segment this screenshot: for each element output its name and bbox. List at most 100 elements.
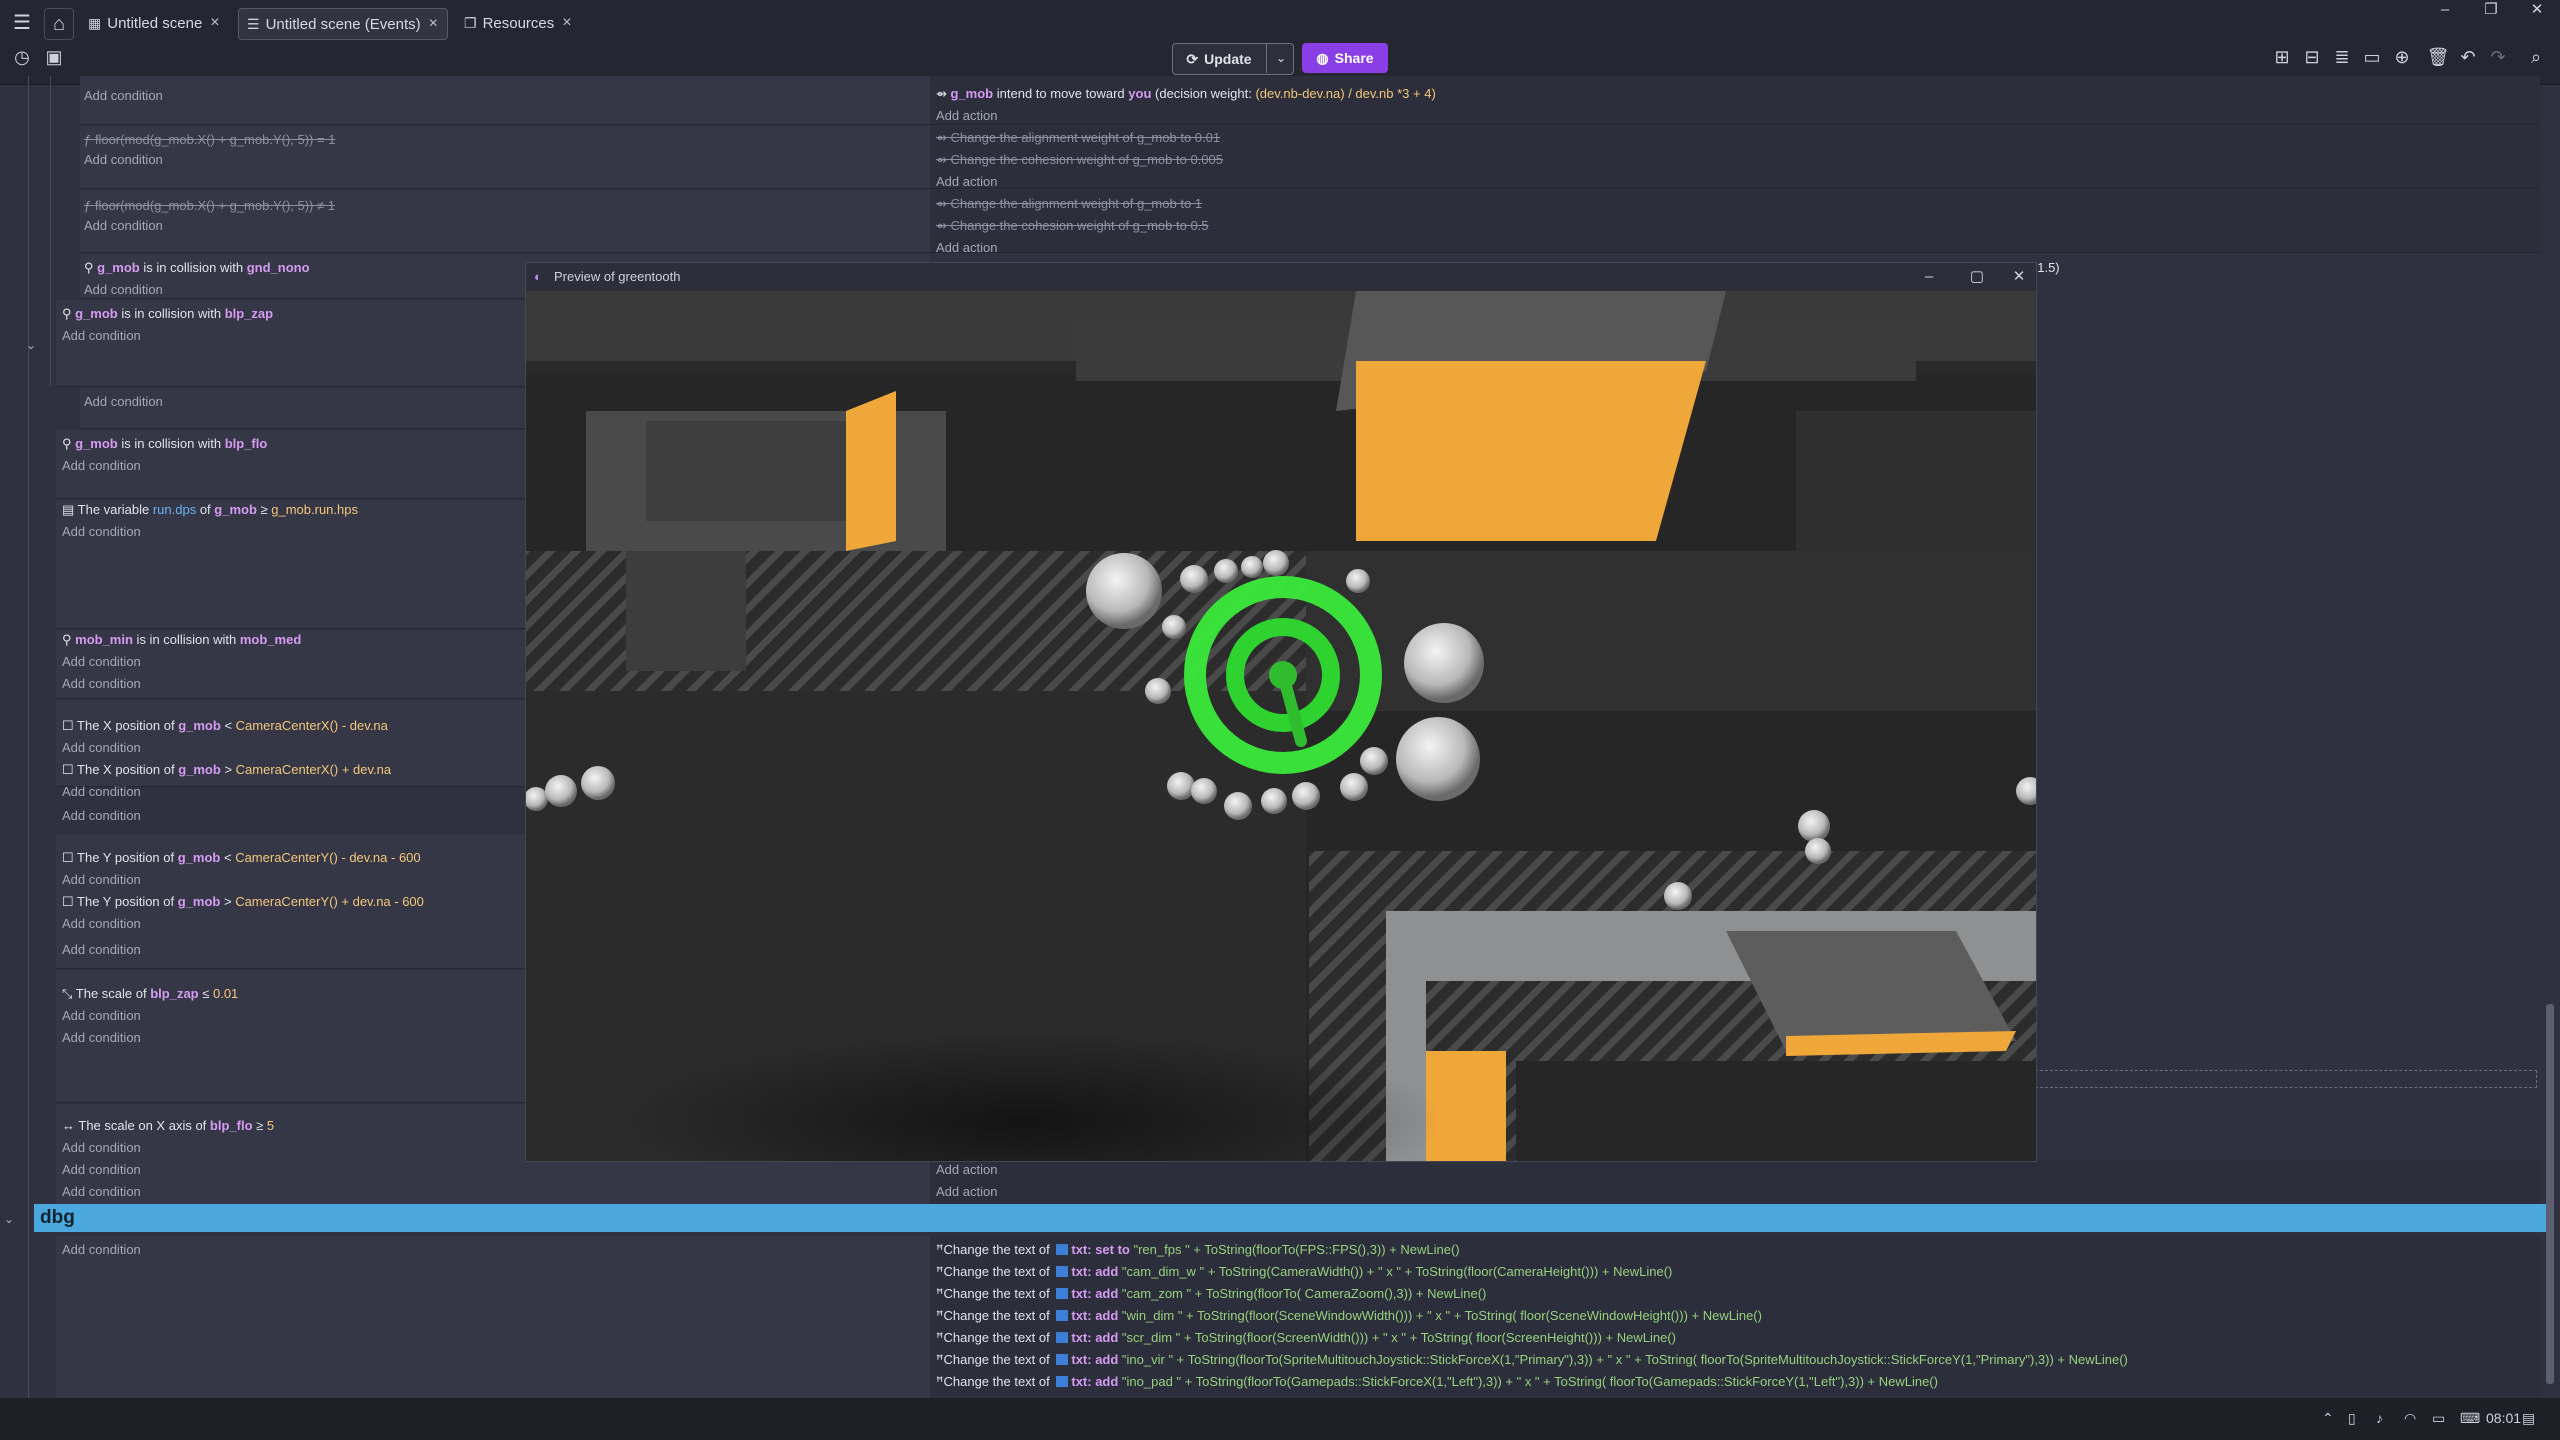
delete-icon[interactable]: 🗑 xyxy=(2424,46,2452,68)
action-text[interactable]: ꟸChange the text of txt: set to "ren_fps… xyxy=(936,1242,1460,1258)
condition-y-position-lt[interactable]: ☐ The Y position of g_mob < CameraCenter… xyxy=(62,850,421,866)
undo-icon[interactable]: ↶ xyxy=(2454,46,2482,68)
text-icon: ꟸ xyxy=(936,1308,944,1323)
add-condition[interactable]: Add condition xyxy=(84,282,163,297)
condition-collision-gnd-nono[interactable]: ⚲ g_mob is in collision with gnd_nono xyxy=(84,260,310,276)
add-condition[interactable]: Add condition xyxy=(62,784,141,799)
action-alignment-weight[interactable]: ⇴ Change the alignment weight of g_mob t… xyxy=(936,196,1202,212)
add-condition[interactable]: Add condition xyxy=(84,218,163,233)
condition-floor-mod-neq[interactable]: ƒ floor(mod(g_mob.X() + g_mob.Y(), 5)) ≠… xyxy=(84,198,335,213)
group-dbg[interactable]: dbg xyxy=(34,1204,2546,1232)
text-object-icon xyxy=(1056,1244,1069,1255)
condition-x-position-gt[interactable]: ☐ The X position of g_mob > CameraCenter… xyxy=(62,762,391,778)
add-condition[interactable]: Add condition xyxy=(62,942,141,957)
scale-x-icon: ↔ xyxy=(62,1118,79,1133)
action-move-toward[interactable]: ⇴ g_mob intend to move toward you (decis… xyxy=(936,86,1436,102)
action-text[interactable]: ꟸChange the text of txt: add "cam_zom " … xyxy=(936,1286,1486,1302)
tab-resources[interactable]: ❐ Resources × xyxy=(456,8,580,38)
condition-floor-mod-eq[interactable]: ƒ floor(mod(g_mob.X() + g_mob.Y(), 5)) =… xyxy=(84,132,335,147)
tab-untitled-scene[interactable]: ▦ Untitled scene × xyxy=(80,8,232,38)
close-icon[interactable]: × xyxy=(429,15,438,33)
close-window-icon[interactable]: ✕ xyxy=(2514,0,2560,24)
add-condition[interactable]: Add condition xyxy=(62,740,141,755)
add-condition[interactable]: Add condition xyxy=(62,676,141,691)
condition-y-position-gt[interactable]: ☐ The Y position of g_mob > CameraCenter… xyxy=(62,894,424,910)
add-condition[interactable]: Add condition xyxy=(62,654,141,669)
add-action[interactable]: Add action xyxy=(936,1184,997,1199)
chevron-down-icon: ⌄ xyxy=(1275,51,1287,65)
game-viewport[interactable] xyxy=(526,291,2036,1161)
condition-collision-mob-min[interactable]: ⚲ mob_min is in collision with mob_med xyxy=(62,632,301,648)
close-icon[interactable]: × xyxy=(562,14,571,32)
condition-x-position-lt[interactable]: ☐ The X position of g_mob < CameraCenter… xyxy=(62,718,388,734)
action-text[interactable]: ꟸChange the text of txt: add "cam_dim_w … xyxy=(936,1264,1672,1280)
text-icon: ꟸ xyxy=(936,1242,944,1257)
add-condition[interactable]: Add condition xyxy=(62,1162,141,1177)
action-cohesion-weight[interactable]: ⇴ Change the cohesion weight of g_mob to… xyxy=(936,152,1223,168)
action-text[interactable]: ꟸChange the text of txt: add "ino_vir " … xyxy=(936,1352,2128,1368)
vertical-scrollbar[interactable] xyxy=(2546,1004,2554,1384)
action-alignment-weight[interactable]: ⇴ Change the alignment weight of g_mob t… xyxy=(936,130,1220,146)
add-condition[interactable]: Add condition xyxy=(84,88,163,103)
add-condition[interactable]: Add condition xyxy=(62,808,141,823)
search-icon[interactable]: ⌕ xyxy=(2522,46,2550,68)
add-condition[interactable]: Add condition xyxy=(62,458,141,473)
add-group-icon[interactable]: ≣ xyxy=(2328,46,2356,68)
add-subevent-icon[interactable]: ⊟ xyxy=(2298,46,2326,68)
add-action[interactable]: Add action xyxy=(936,174,997,189)
redo-icon[interactable]: ↷ xyxy=(2484,46,2512,68)
add-action[interactable]: Add action xyxy=(936,240,997,255)
minimize-icon[interactable]: – xyxy=(2422,0,2468,24)
close-icon[interactable]: × xyxy=(210,14,219,32)
add-condition[interactable]: Add condition xyxy=(84,394,163,409)
add-condition[interactable]: Add condition xyxy=(62,1242,141,1257)
variable-icon: ▤ xyxy=(62,502,78,517)
you-object: you xyxy=(1128,86,1152,101)
action-text[interactable]: ꟸChange the text of txt: add "scr_dim " … xyxy=(936,1330,1676,1346)
share-button[interactable]: ◍ Share xyxy=(1302,43,1388,73)
restore-icon[interactable]: ❐ xyxy=(2468,0,2514,24)
tab-label: Untitled scene (Events) xyxy=(265,15,421,33)
collision-icon: ⚲ xyxy=(62,436,76,451)
maximize-icon[interactable]: ▢ xyxy=(1962,263,1992,291)
resources-icon: ❐ xyxy=(464,14,477,31)
add-condition[interactable]: Add condition xyxy=(62,1184,141,1199)
hamburger-icon[interactable]: ☰ xyxy=(8,8,36,38)
condition-scale-blp-zap[interactable]: ⤡ The scale of blp_zap ≤ 0.01 xyxy=(62,986,238,1002)
action-text[interactable]: ꟸChange the text of txt: add "ino_pad " … xyxy=(936,1374,1938,1390)
debugger-icon[interactable]: ▣ xyxy=(40,46,68,68)
add-condition[interactable]: Add condition xyxy=(62,872,141,887)
add-action[interactable]: Add action xyxy=(936,1162,997,1177)
add-action[interactable]: Add action xyxy=(936,108,997,123)
minimize-icon[interactable]: – xyxy=(1914,263,1944,291)
tab-untitled-scene-events[interactable]: ☰ Untitled scene (Events) × xyxy=(238,8,448,40)
home-icon[interactable]: ⌂ xyxy=(44,8,74,40)
condition-collision-blp-zap[interactable]: ⚲ g_mob is in collision with blp_zap xyxy=(62,306,273,322)
preview-title-bar[interactable]: ◐ Preview of greentooth – ▢ ✕ xyxy=(526,263,2036,291)
tray-chevron-icon[interactable]: ⌃ xyxy=(2322,1410,2334,1427)
update-options-button[interactable]: ⌄ xyxy=(1266,43,1295,73)
tab-bar: ☰ ⌂ ▦ Untitled scene × ☰ Untitled scene … xyxy=(0,0,2560,46)
move-icon: ⇴ xyxy=(936,130,951,145)
add-condition[interactable]: Add condition xyxy=(62,916,141,931)
condition-variable-run-dps[interactable]: ▤ The variable run.dps of g_mob ≥ g_mob.… xyxy=(62,502,358,518)
comment-icon[interactable]: ▭ xyxy=(2358,46,2386,68)
add-condition[interactable]: Add condition xyxy=(84,152,163,167)
condition-collision-blp-flo[interactable]: ⚲ g_mob is in collision with blp_flo xyxy=(62,436,267,452)
add-icon[interactable]: ⊕ xyxy=(2388,46,2416,68)
chevron-down-icon[interactable]: ⌄ xyxy=(26,338,36,352)
add-condition[interactable]: Add condition xyxy=(62,328,141,343)
add-condition[interactable]: Add condition xyxy=(62,524,141,539)
action-cohesion-weight[interactable]: ⇴ Change the cohesion weight of g_mob to… xyxy=(936,218,1209,234)
notification-icon[interactable]: ▤ xyxy=(2522,1410,2535,1427)
history-icon[interactable]: ◷ xyxy=(8,46,36,68)
close-icon[interactable]: ✕ xyxy=(2004,263,2034,291)
condition-scale-x-blp-flo[interactable]: ↔ The scale on X axis of blp_flo ≥ 5 xyxy=(62,1118,274,1133)
add-event-icon[interactable]: ⊞ xyxy=(2268,46,2296,68)
add-condition[interactable]: Add condition xyxy=(62,1008,141,1023)
action-text[interactable]: ꟸChange the text of txt: add "win_dim " … xyxy=(936,1308,1762,1324)
chevron-down-icon[interactable]: ⌄ xyxy=(4,1212,14,1226)
add-condition[interactable]: Add condition xyxy=(62,1030,141,1045)
move-icon: ⇴ xyxy=(936,86,951,101)
add-condition[interactable]: Add condition xyxy=(62,1140,141,1155)
